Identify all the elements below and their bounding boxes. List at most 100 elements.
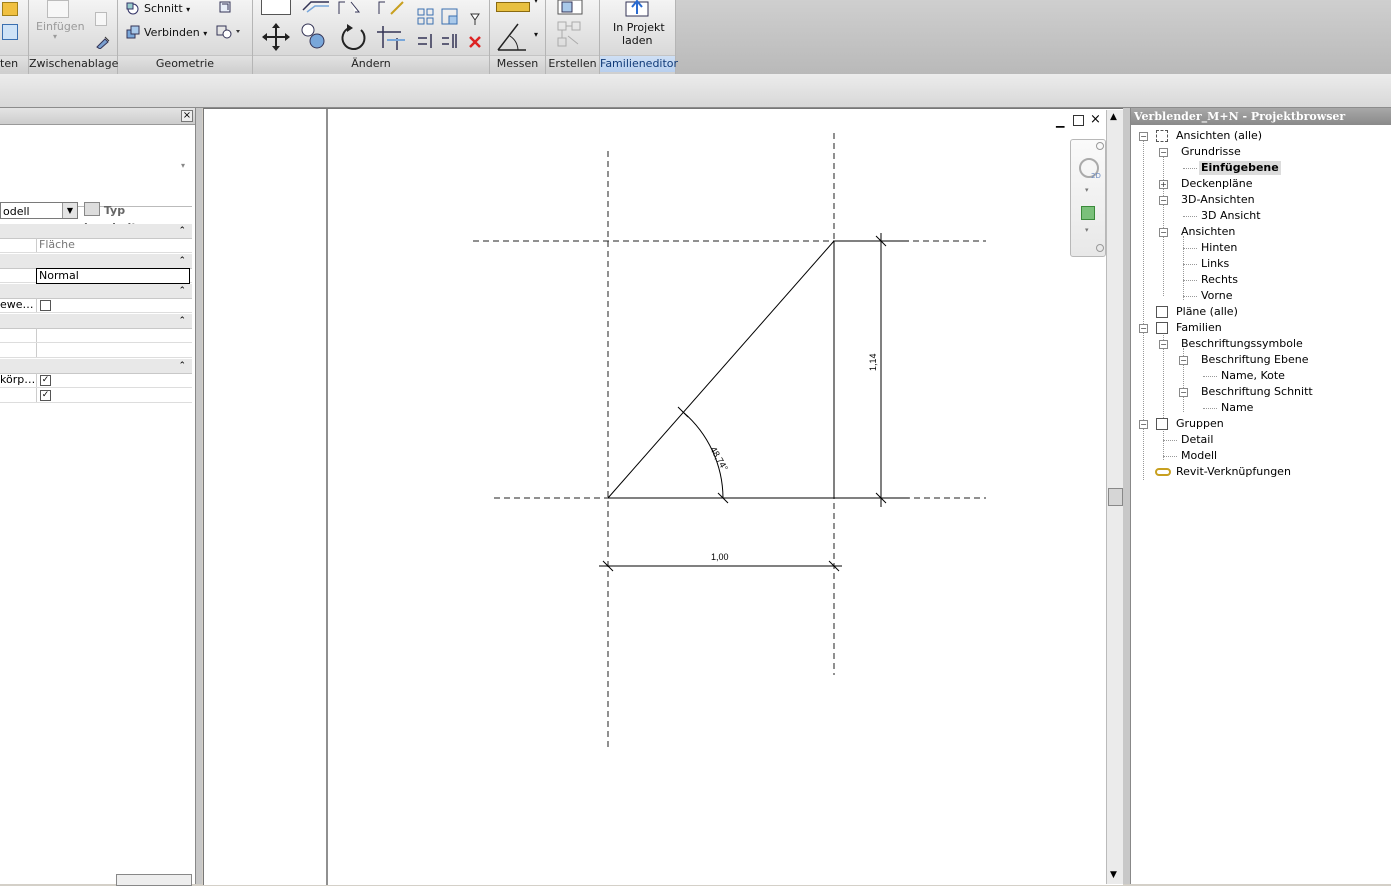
minimize-view-icon[interactable]: ▁: [1056, 115, 1064, 128]
scroll-thumb[interactable]: [1108, 488, 1123, 506]
tree-node-revit-verknuepfungen[interactable]: Revit-Verknüpfungen: [1176, 465, 1291, 479]
grid-icon[interactable]: [2, 24, 18, 40]
wall-joins-icon[interactable]: [218, 0, 232, 14]
property-checkbox[interactable]: [40, 300, 51, 311]
property-group-header[interactable]: ⌃: [0, 314, 192, 329]
trim-extend-icon[interactable]: [375, 22, 409, 52]
paste-button[interactable]: Einfügen: [36, 20, 85, 33]
close-view-icon[interactable]: ×: [1090, 112, 1101, 127]
chevron-down-icon[interactable]: ▾: [1085, 186, 1089, 194]
collapse-toggle[interactable]: −: [1179, 388, 1188, 397]
collapse-toggle[interactable]: −: [1139, 420, 1148, 429]
load-into-project-icon[interactable]: [624, 0, 650, 17]
tree-node-name[interactable]: Name: [1221, 401, 1253, 415]
collapse-toggle[interactable]: −: [1159, 148, 1168, 157]
tree-node-grundrisse[interactable]: Grundrisse: [1181, 145, 1241, 159]
tree-node-name-kote[interactable]: Name, Kote: [1221, 369, 1285, 383]
angular-dimension-icon[interactable]: [496, 20, 528, 52]
tree-node-beschriftung-ebene[interactable]: Beschriftung Ebene: [1201, 353, 1309, 367]
tree-node-rechts[interactable]: Rechts: [1201, 273, 1238, 287]
collapse-toggle[interactable]: −: [1159, 196, 1168, 205]
property-checkbox[interactable]: ✓: [40, 390, 51, 401]
apply-button[interactable]: [116, 874, 192, 886]
collapse-toggle[interactable]: −: [1159, 340, 1168, 349]
tree-node-3d-ansicht[interactable]: 3D Ansicht: [1201, 209, 1261, 223]
close-icon[interactable]: [1096, 142, 1104, 150]
property-value-normal[interactable]: Normal: [36, 268, 190, 284]
tree-node-hinten[interactable]: Hinten: [1201, 241, 1237, 255]
schnitt-button[interactable]: Schnitt ▾: [144, 2, 190, 15]
component-icon[interactable]: [556, 0, 584, 16]
chevron-down-icon[interactable]: ▼: [62, 203, 77, 218]
type-preview[interactable]: ▾: [0, 125, 192, 205]
chevron-down-icon[interactable]: ▾: [1085, 226, 1089, 234]
delete-icon[interactable]: [467, 34, 483, 50]
close-icon[interactable]: ×: [181, 110, 193, 122]
tree-line: [1183, 168, 1197, 169]
collapse-toggle[interactable]: −: [1179, 356, 1188, 365]
chevron-down-icon[interactable]: ▾: [534, 0, 538, 5]
drawing-canvas[interactable]: 48,74° 1,14 1,00: [204, 109, 1123, 885]
copy-element-icon[interactable]: [299, 22, 329, 52]
tree-node-gruppen[interactable]: Gruppen: [1176, 417, 1224, 431]
collapse-toggle[interactable]: −: [1159, 228, 1168, 237]
move-icon[interactable]: [261, 22, 291, 52]
tree-node-ansichten[interactable]: Ansichten: [1181, 225, 1235, 239]
splitter[interactable]: [196, 108, 202, 884]
tree-node-links[interactable]: Links: [1201, 257, 1229, 271]
tree-node-modell[interactable]: Modell: [1181, 449, 1217, 463]
rotate-icon[interactable]: [339, 22, 369, 52]
expand-toggle[interactable]: +: [1159, 180, 1168, 189]
tree-node-3d-ansichten[interactable]: 3D-Ansichten: [1181, 193, 1255, 207]
angle-dimension-text: 48,74°: [708, 445, 730, 473]
tree-node-deckenplaene[interactable]: Deckenpläne: [1181, 177, 1253, 191]
tree-node-beschriftungssymbole[interactable]: Beschriftungssymbole: [1181, 337, 1303, 351]
scroll-down-icon[interactable]: ▼: [1110, 870, 1117, 880]
tree-node-vorne[interactable]: Vorne: [1201, 289, 1232, 303]
offset-icon[interactable]: [301, 0, 329, 13]
pin-icon[interactable]: [467, 10, 483, 26]
match-properties-icon[interactable]: [95, 35, 110, 50]
tree-node-ansichten-alle[interactable]: Ansichten (alle): [1176, 129, 1262, 143]
tree-node-beschriftung-schnitt[interactable]: Beschriftung Schnitt: [1201, 385, 1313, 399]
tree-node-familien[interactable]: Familien: [1176, 321, 1222, 335]
copy-icon[interactable]: [95, 12, 107, 26]
property-group-header[interactable]: ⌃: [0, 284, 192, 299]
group-icon[interactable]: [556, 20, 584, 50]
split-face-icon[interactable]: [216, 24, 242, 40]
edit-type-button[interactable]: Typ bearbeiten: [84, 202, 190, 234]
paste-dropdown-icon[interactable]: ▾: [53, 32, 57, 41]
verbinden-button[interactable]: Verbinden ▾: [144, 26, 207, 39]
align-icon[interactable]: [261, 0, 291, 15]
nav-bar-options-icon[interactable]: [1096, 244, 1104, 252]
chevron-down-icon[interactable]: ▾: [534, 30, 538, 39]
collapse-toggle[interactable]: −: [1139, 132, 1148, 141]
mirror-pick-axis-icon[interactable]: [337, 0, 363, 14]
collapse-toggle[interactable]: −: [1139, 324, 1148, 333]
in-projekt-laden-label-1[interactable]: In Projekt: [613, 21, 665, 34]
tree-node-detail[interactable]: Detail: [1181, 433, 1213, 447]
tree-node-einfuegebene[interactable]: Einfügebene: [1199, 161, 1281, 175]
type-selector-value: odell: [3, 205, 30, 218]
restore-view-icon[interactable]: [1073, 115, 1084, 126]
drawing-area[interactable]: 48,74° 1,14 1,00 ▁ × 2D ▾ ▾: [203, 108, 1123, 885]
in-projekt-laden-label-2[interactable]: laden: [622, 34, 653, 47]
split-element-icon[interactable]: [417, 32, 435, 50]
vertical-scrollbar[interactable]: ▲ ▼: [1106, 110, 1123, 884]
property-checkbox[interactable]: ✓: [40, 375, 51, 386]
mirror-draw-axis-icon[interactable]: [377, 0, 407, 16]
splitter[interactable]: [1123, 108, 1130, 884]
property-group-header[interactable]: ⌃: [0, 359, 192, 374]
panel-label: ten: [0, 55, 28, 72]
folder-icon[interactable]: [2, 2, 18, 16]
split-gap-icon[interactable]: [441, 32, 459, 50]
property-group-header[interactable]: ⌃: [0, 254, 192, 269]
property-group-header[interactable]: ⌃: [0, 224, 192, 239]
zoom-region-icon[interactable]: [1081, 206, 1095, 220]
scale-icon[interactable]: [441, 8, 459, 26]
array-icon[interactable]: [417, 8, 435, 26]
chevron-down-icon[interactable]: ▾: [181, 161, 185, 170]
tree-node-plaene[interactable]: Pläne (alle): [1176, 305, 1238, 319]
scroll-up-icon[interactable]: ▲: [1110, 112, 1117, 122]
ruler-icon[interactable]: [496, 2, 530, 12]
